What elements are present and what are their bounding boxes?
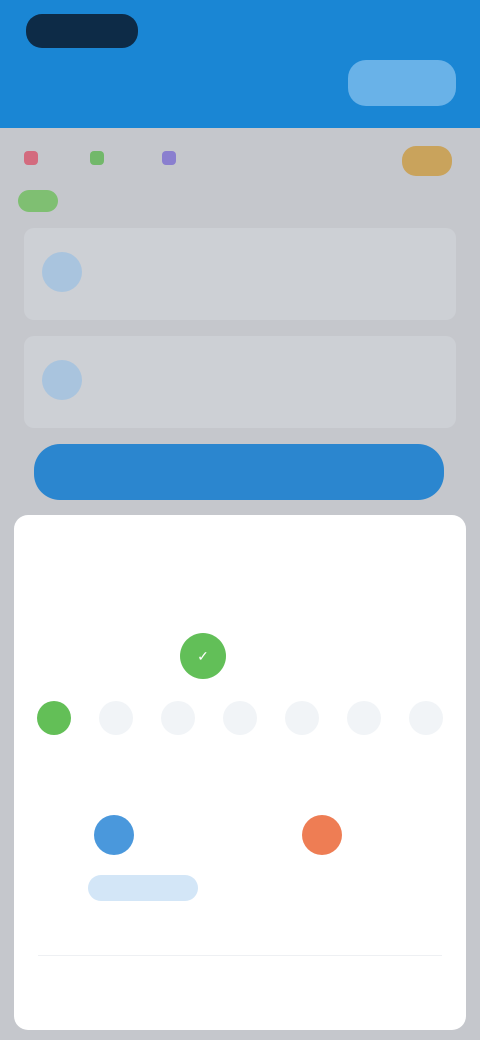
tab-1[interactable] bbox=[24, 150, 44, 165]
divider bbox=[38, 955, 442, 956]
day-6[interactable] bbox=[342, 701, 386, 743]
tab-2-icon bbox=[90, 150, 104, 165]
tab-3-icon bbox=[162, 150, 176, 165]
stat-item bbox=[88, 805, 264, 915]
category-tabs bbox=[24, 144, 456, 174]
card-icon bbox=[42, 252, 82, 292]
tab-1-icon bbox=[24, 150, 38, 165]
coin-icon bbox=[94, 815, 134, 855]
day-2[interactable] bbox=[94, 701, 138, 743]
day-7-mark bbox=[409, 701, 443, 735]
header-action-button[interactable] bbox=[348, 60, 456, 106]
day-4[interactable] bbox=[218, 701, 262, 743]
day-5[interactable] bbox=[280, 701, 324, 743]
weekly-checkin-row bbox=[30, 701, 450, 761]
status-pill bbox=[18, 190, 58, 212]
reward-stats bbox=[14, 805, 466, 925]
coins-badge[interactable] bbox=[402, 146, 452, 176]
day-1[interactable] bbox=[32, 701, 76, 743]
tab-2[interactable] bbox=[90, 150, 110, 165]
stat-action-button[interactable] bbox=[88, 875, 198, 901]
day-6-mark bbox=[347, 701, 381, 735]
day-2-mark bbox=[99, 701, 133, 735]
gift-icon bbox=[302, 815, 342, 855]
tab-3[interactable] bbox=[162, 150, 182, 165]
list-card[interactable] bbox=[24, 228, 456, 320]
primary-button[interactable] bbox=[34, 444, 444, 500]
bottom-sheet: ✓ bbox=[14, 515, 466, 1030]
day-4-mark bbox=[223, 701, 257, 735]
day-3-mark bbox=[161, 701, 195, 735]
app-header bbox=[0, 0, 480, 128]
stat-item bbox=[302, 805, 472, 915]
day-1-check-icon bbox=[37, 701, 71, 735]
card-icon bbox=[42, 360, 82, 400]
list-card[interactable] bbox=[24, 336, 456, 428]
day-5-mark bbox=[285, 701, 319, 735]
day-7[interactable] bbox=[404, 701, 448, 743]
day-3[interactable] bbox=[156, 701, 200, 743]
app-logo[interactable] bbox=[26, 14, 138, 48]
streak-check-icon: ✓ bbox=[180, 633, 226, 679]
